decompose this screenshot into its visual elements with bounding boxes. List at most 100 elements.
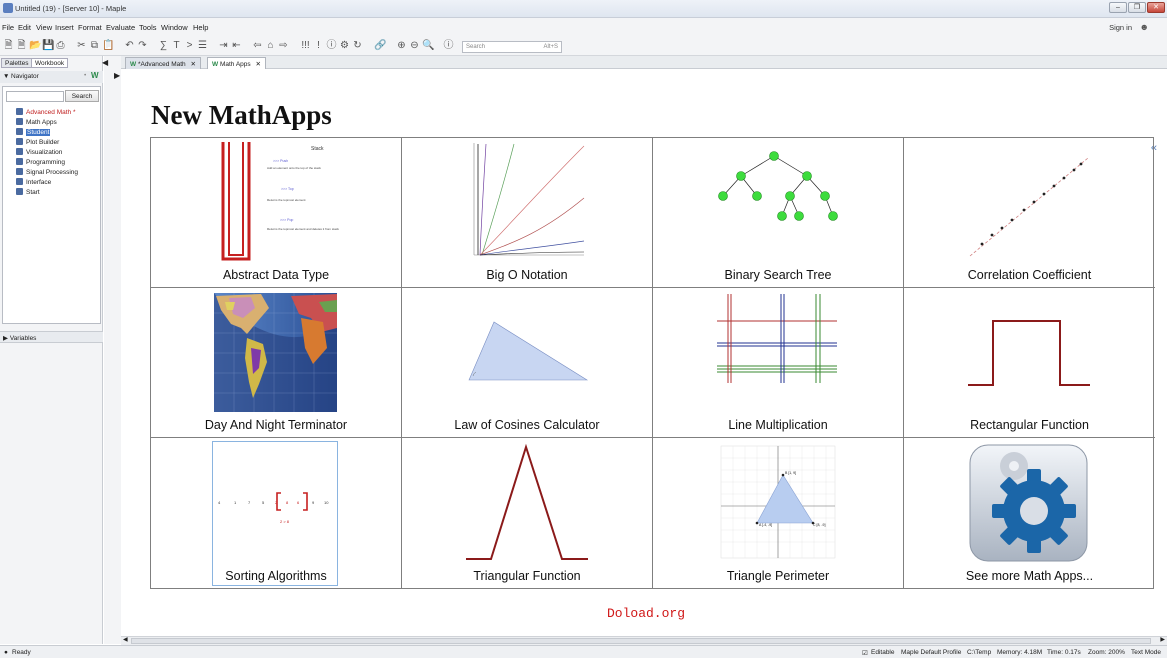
menu-evaluate[interactable]: Evaluate [106,23,135,32]
text-mode-icon[interactable]: T [171,40,182,51]
prompt-icon[interactable]: > [184,40,195,51]
collapse-left-icon[interactable]: ◀ [102,58,108,67]
scrollbar-thumb[interactable] [131,638,1151,644]
menu-format[interactable]: Format [78,23,102,32]
variables-header[interactable]: ▶ Variables [0,331,103,343]
zoom-reset-icon[interactable]: 🔍 [422,40,434,51]
redo-icon[interactable]: ↷ [137,40,148,51]
app-tile-abstract-data-type[interactable]: Stack >>> Push Add an element onto the t… [151,138,402,288]
interrupt-icon[interactable]: ⓘ [326,40,337,51]
nav-item-student[interactable]: Student [16,128,51,137]
new-document-icon[interactable]: 🗎 [3,40,14,51]
back-icon[interactable]: ⇦ [252,40,263,51]
menu-file[interactable]: File [2,23,14,32]
menu-edit[interactable]: Edit [18,23,31,32]
app-tile-line-multiplication[interactable]: Line Multiplication [653,288,904,438]
scroll-right-icon[interactable]: ▶ [1160,636,1165,643]
app-tile-day-and-night-terminator[interactable]: Day And Night Terminator [151,288,402,438]
math-input-icon[interactable]: ∑ [158,40,169,51]
status-ready: Ready [12,649,31,656]
navigator-search-button[interactable]: Search [65,90,99,102]
execute-icon[interactable]: ! [313,40,324,51]
menu-tools[interactable]: Tools [139,23,157,32]
app-tile-see-more-math-apps[interactable]: See more Math Apps... [904,438,1155,588]
nav-item-visualization[interactable]: Visualization [16,148,62,157]
app-tile-triangle-perimeter[interactable]: A [-4, -9] B [1, 9] C [8, -9] Triangle P… [653,438,904,588]
worksheet-icon [16,158,23,165]
paste-icon[interactable]: 📋 [102,40,114,51]
close-tab-icon[interactable]: ✕ [255,61,260,68]
link-icon[interactable]: 🔗 [374,40,386,51]
open-icon[interactable]: 📂 [29,40,41,51]
scroll-left-icon[interactable]: ◀ [123,636,128,643]
sort-number: 10 [324,500,329,505]
worksheet-icon [16,148,23,155]
menu-window[interactable]: Window [161,23,188,32]
nav-item-programming[interactable]: Programming [16,158,65,167]
user-icon[interactable]: ☻ [1140,22,1149,32]
home-icon[interactable]: ⌂ [265,40,276,51]
vertex-a-label: A [-4, -9] [759,523,772,527]
app-tile-correlation-coefficient[interactable]: Correlation Coefficient [904,138,1155,288]
navigator-header[interactable]: ▼ Navigator • W [0,71,103,83]
nav-item-signal-processing[interactable]: Signal Processing [16,168,78,177]
app-tile-sorting-algorithms[interactable]: 4 1 7 5 2 8 6 9 10 2 > 8 Sorting Algorit… [151,438,402,588]
forward-icon[interactable]: ⇨ [278,40,289,51]
tab-palettes[interactable]: Palettes [1,58,33,68]
triangle-grid-thumbnail: A [-4, -9] B [1, 9] C [8, -9] [720,445,836,559]
print-icon[interactable]: ⎙ [55,40,66,51]
navigator-search-input[interactable] [6,91,64,102]
app-tile-rectangular-function[interactable]: Rectangular Function [904,288,1155,438]
app-tile-binary-search-tree[interactable]: Binary Search Tree [653,138,904,288]
watermark-text: Doload.org [607,606,686,621]
pin-icon[interactable]: • [84,72,86,79]
tab-label: Math Apps [219,61,251,68]
app-label: Rectangular Function [970,418,1089,432]
nav-item-label: Interface [26,179,52,186]
app-label: Correlation Coefficient [967,268,1092,282]
horizontal-scrollbar[interactable]: ◀ ▶ [121,636,1167,645]
nav-item-math-apps[interactable]: Math Apps [16,118,57,127]
editable-checkbox[interactable]: ☑ [862,649,868,657]
tab-workbook[interactable]: Workbook [31,58,69,68]
new-file-icon[interactable]: 🗎 [16,40,27,51]
status-path: C:\Temp [967,649,992,656]
help-icon[interactable]: ⓘ [443,40,454,51]
nav-item-advanced-math[interactable]: Advanced Math * [16,108,76,117]
cut-icon[interactable]: ✂ [76,40,87,51]
debug-icon[interactable]: ⚙ [339,40,350,51]
tab-math-apps[interactable]: W Math Apps ✕ [207,57,266,69]
menu-help[interactable]: Help [193,23,208,32]
worksheet-icon [16,188,23,195]
execute-all-icon[interactable]: !!! [300,40,311,51]
close-tab-icon[interactable]: ✕ [190,61,195,68]
tab-advanced-math[interactable]: W *Advanced Math ✕ [125,57,201,69]
execution-group-icon[interactable]: ☰ [197,40,208,51]
menu-insert[interactable]: Insert [55,23,74,32]
maximize-button[interactable]: ❐ [1128,2,1146,13]
expand-right-icon[interactable]: ▶ [114,71,120,80]
crossing-lines-thumbnail [717,294,837,383]
save-icon[interactable]: 💾 [42,40,54,51]
outdent-icon[interactable]: ⇤ [231,40,242,51]
nav-item-start[interactable]: Start [16,188,40,197]
nav-item-interface[interactable]: Interface [16,178,51,187]
sign-in-link[interactable]: Sign in [1109,23,1132,32]
app-tile-triangular-function[interactable]: Triangular Function [402,438,653,588]
menu-view[interactable]: View [36,23,52,32]
zoom-in-icon[interactable]: ⊕ [396,40,407,51]
minimize-button[interactable]: – [1109,2,1127,13]
restart-icon[interactable]: ↻ [352,40,363,51]
undo-icon[interactable]: ↶ [124,40,135,51]
app-tile-law-of-cosines[interactable]: Law of Cosines Calculator [402,288,653,438]
app-tile-big-o-notation[interactable]: Big O Notation [402,138,653,288]
indent-icon[interactable]: ⇥ [218,40,229,51]
nav-item-plot-builder[interactable]: Plot Builder [16,138,59,147]
worksheet-w-icon: W [212,61,219,68]
zoom-out-icon[interactable]: ⊖ [409,40,420,51]
search-input[interactable]: Search Alt+S [462,41,562,53]
copy-icon[interactable]: ⧉ [89,40,100,51]
panel-gutter[interactable]: ◀ ▶ [102,56,121,644]
left-panel: Palettes Workbook ▼ Navigator • W Search… [0,56,103,644]
close-button[interactable]: ✕ [1147,2,1165,13]
